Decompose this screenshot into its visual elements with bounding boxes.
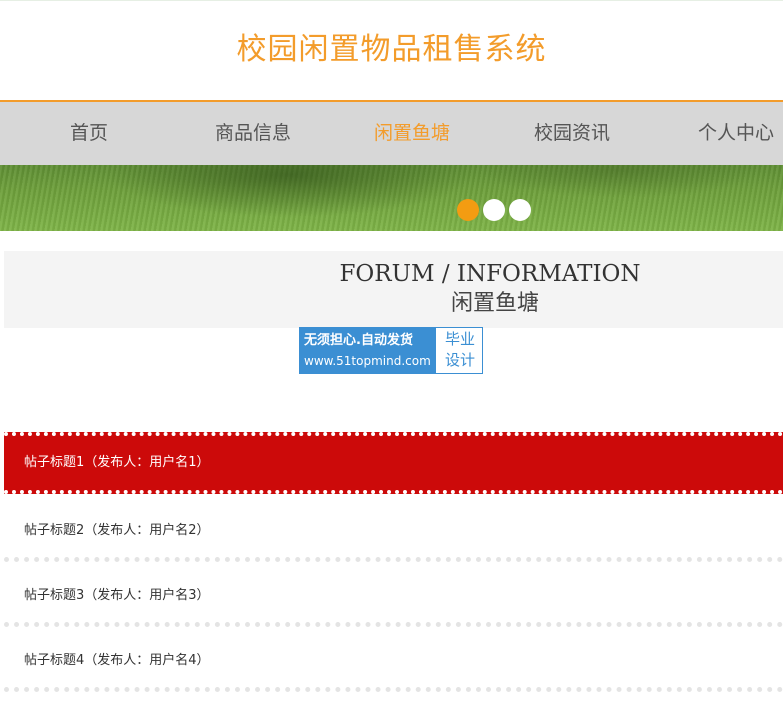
site-title: 校园闲置物品租售系统 [236, 32, 547, 67]
carousel-dot-2[interactable] [483, 199, 505, 221]
forum-post-3[interactable]: 帖子标题3（发布人：用户名3） [4, 565, 783, 627]
forum-post-title: 帖子标题3（发布人：用户名3） [24, 588, 210, 603]
forum-post-4[interactable]: 帖子标题4（发布人：用户名4） [4, 630, 783, 692]
carousel-dots [456, 199, 536, 223]
watermark-right-top: 毕业 [444, 330, 475, 348]
nav-item-forum[interactable]: 闲置鱼塘 [362, 102, 462, 165]
watermark-logo: 无须担心.自动发货 www.51topmind.com 毕业 设计 [299, 327, 483, 374]
watermark-line1: 无须担心.自动发货 [304, 333, 413, 348]
top-divider [0, 0, 783, 1]
watermark-line2: www.51topmind.com [304, 354, 431, 368]
page: 校园闲置物品租售系统 首页 商品信息 闲置鱼塘 校园资讯 个人中心 FORUM … [0, 0, 783, 701]
forum-post-1[interactable]: 帖子标题1（发布人：用户名1） [4, 432, 783, 494]
section-title-en: FORUM / INFORMATION [339, 261, 641, 287]
forum-post-title: 帖子标题4（发布人：用户名4） [24, 653, 210, 668]
carousel-dot-1[interactable] [457, 199, 479, 221]
forum-post-2[interactable]: 帖子标题2（发布人：用户名2） [4, 500, 783, 562]
nav-item-home[interactable]: 首页 [48, 102, 130, 165]
banner-image [0, 165, 783, 231]
forum-post-title: 帖子标题2（发布人：用户名2） [24, 523, 210, 538]
watermark-right-bottom: 设计 [444, 351, 475, 369]
carousel-dot-3[interactable] [509, 199, 531, 221]
nav-item-profile[interactable]: 个人中心 [686, 102, 783, 165]
section-title-cn: 闲置鱼塘 [450, 291, 539, 316]
main-nav: 首页 商品信息 闲置鱼塘 校园资讯 个人中心 [0, 100, 783, 165]
nav-item-news[interactable]: 校园资讯 [522, 102, 622, 165]
watermark-right: 毕业 设计 [438, 329, 482, 371]
forum-post-title: 帖子标题1（发布人：用户名1） [24, 455, 210, 470]
watermark-left: 无须担心.自动发货 www.51topmind.com [300, 328, 436, 373]
nav-item-goods[interactable]: 商品信息 [203, 102, 303, 165]
